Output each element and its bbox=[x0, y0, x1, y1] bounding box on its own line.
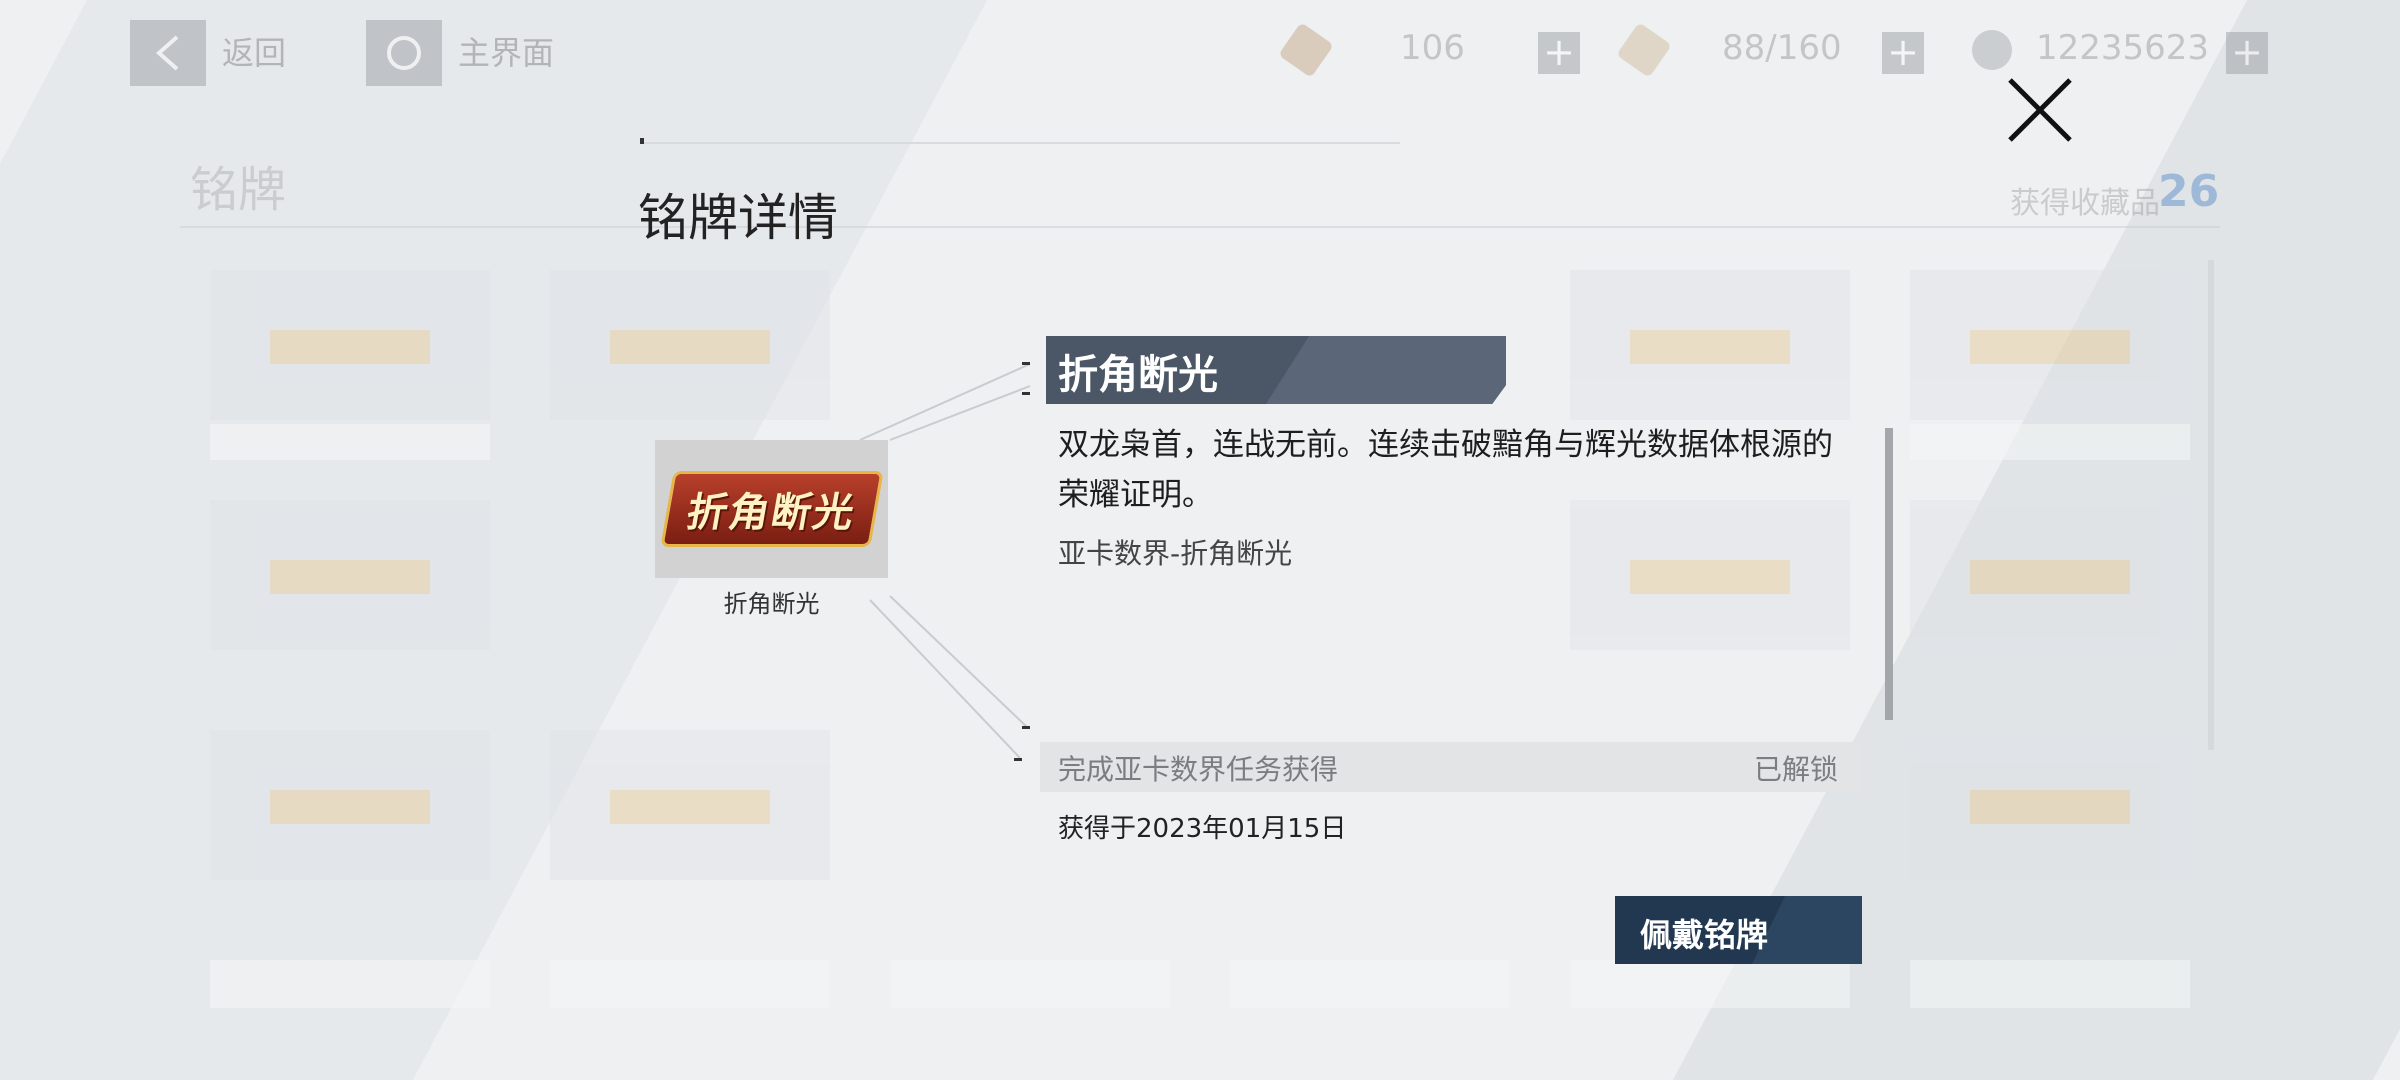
badge-description: 双龙枭首，连战无前。连续击破黯角与辉光数据体根源的荣耀证明。 bbox=[1058, 427, 1833, 513]
chevron-left-icon bbox=[155, 35, 179, 71]
grid-card bbox=[550, 270, 830, 420]
modal-top-divider bbox=[640, 138, 1400, 144]
grid-card bbox=[1570, 270, 1850, 420]
add-ticket-button[interactable]: + bbox=[1538, 32, 1580, 74]
ticket-icon bbox=[1278, 22, 1334, 78]
collected-label: 获得收藏品 bbox=[2010, 186, 2160, 221]
unlock-status: 已解锁 bbox=[1754, 753, 1839, 786]
collected-count: 26 bbox=[2158, 166, 2220, 217]
home-circle-icon bbox=[387, 36, 421, 70]
grid-card bbox=[1910, 730, 2190, 880]
grid-card bbox=[210, 270, 490, 420]
grid-card bbox=[210, 960, 490, 1008]
resource-coin-value: 12235623 bbox=[2036, 28, 2210, 68]
add-coin-button[interactable]: + bbox=[2226, 32, 2268, 74]
modal-title: 铭牌详情 bbox=[638, 189, 838, 247]
grid-card bbox=[1910, 270, 2190, 420]
badge-thumbnail[interactable]: 折角断光 bbox=[655, 440, 888, 578]
wear-badge-button-label[interactable]: 佩戴铭牌 bbox=[1640, 910, 1768, 956]
grid-card bbox=[1570, 500, 1850, 650]
grid-card bbox=[1230, 960, 1510, 1008]
add-stamina-button[interactable]: + bbox=[1882, 32, 1924, 74]
close-icon bbox=[2008, 78, 2072, 142]
grid-card bbox=[550, 960, 830, 1008]
grid-card bbox=[890, 960, 1170, 1008]
grid-card bbox=[550, 730, 830, 880]
grid-card bbox=[1910, 500, 2190, 650]
grid-card bbox=[210, 500, 490, 650]
background-divider bbox=[180, 226, 2220, 228]
badge-name: 折角断光 bbox=[1058, 352, 1218, 398]
background-page-title: 铭牌 bbox=[190, 162, 287, 218]
home-button[interactable] bbox=[366, 20, 442, 86]
resource-ticket-value: 106 bbox=[1400, 28, 1465, 68]
background-scrollbar bbox=[2208, 260, 2214, 750]
grid-card bbox=[210, 730, 490, 880]
obtained-date: 获得于2023年01月15日 bbox=[1058, 814, 1347, 844]
badge-source: 亚卡数界-折角断光 bbox=[1058, 537, 1293, 570]
grid-card-name bbox=[1910, 424, 2190, 460]
back-label[interactable]: 返回 bbox=[222, 28, 286, 74]
close-button[interactable] bbox=[2000, 70, 2080, 150]
grid-card bbox=[1910, 960, 2190, 1008]
back-button[interactable] bbox=[130, 20, 206, 86]
badge-art: 折角断光 bbox=[659, 471, 884, 547]
unlock-condition: 完成亚卡数界任务获得 bbox=[1058, 753, 1339, 786]
home-label[interactable]: 主界面 bbox=[458, 28, 554, 74]
grid-card bbox=[1570, 960, 1850, 1008]
grid-card-name bbox=[210, 424, 490, 460]
description-scrollbar[interactable] bbox=[1885, 428, 1893, 720]
stamina-icon bbox=[1616, 22, 1672, 78]
resource-stamina-value: 88/160 bbox=[1722, 28, 1842, 68]
badge-thumbnail-label: 折角断光 bbox=[723, 590, 820, 618]
